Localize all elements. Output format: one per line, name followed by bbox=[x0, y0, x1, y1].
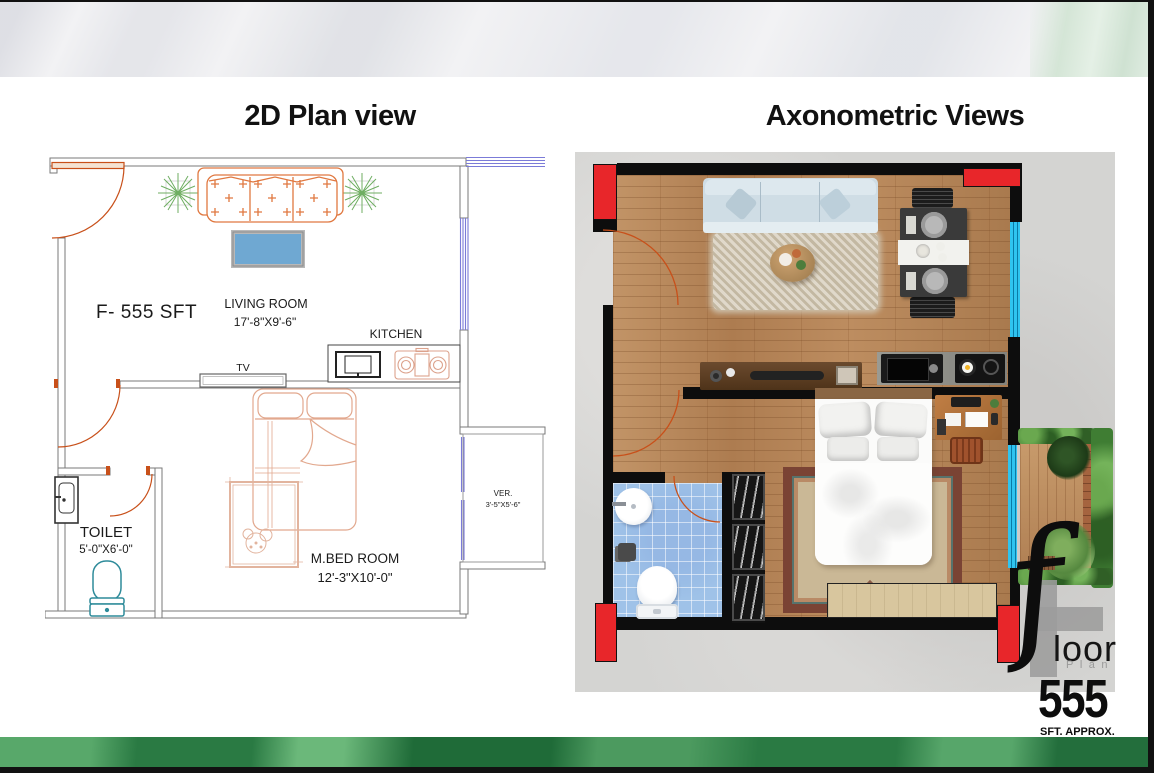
plan-area-label: F- 555 SFT bbox=[96, 302, 197, 323]
kitchen-symbols bbox=[328, 345, 460, 382]
toilet-symbol bbox=[90, 561, 124, 616]
2d-floor-plan: F- 555 SFT LIVING ROOM 17'-8"X9'-6" KITC… bbox=[45, 150, 555, 625]
bedroom-label: M.BED ROOM bbox=[311, 551, 400, 566]
right-title: Axonometric Views bbox=[705, 100, 1085, 133]
marble-header-band bbox=[0, 2, 1148, 77]
sofa-symbol bbox=[198, 168, 343, 222]
living-room-dims: 17'-8"X9'-6" bbox=[234, 315, 296, 329]
basin-symbol bbox=[55, 477, 78, 523]
toilet-label: TOILET bbox=[80, 524, 132, 541]
door-swings bbox=[52, 163, 152, 517]
tv-symbol bbox=[200, 374, 286, 387]
living-room-label: LIVING ROOM bbox=[224, 297, 307, 311]
kitchen-label: KITCHEN bbox=[370, 327, 423, 341]
tv-label: TV bbox=[236, 362, 249, 374]
marble-header-green-accent bbox=[1030, 2, 1148, 77]
logo-area-value: 555 bbox=[1038, 672, 1107, 726]
verandah-label: VER. bbox=[494, 489, 513, 498]
toilet-dims: 5'-0"X6'-0" bbox=[79, 544, 132, 556]
coffee-table-symbol bbox=[233, 232, 303, 266]
left-title: 2D Plan view bbox=[145, 100, 515, 133]
bottom-border bbox=[0, 767, 1154, 773]
bedroom-dims: 12'-3"X10'-0" bbox=[318, 570, 393, 585]
verandah-dims: 3'-5"X5'-6" bbox=[486, 500, 521, 509]
bed-symbol bbox=[253, 389, 356, 530]
green-footer-band bbox=[0, 737, 1148, 767]
verandah-outline bbox=[463, 434, 543, 562]
logo-area-unit: SFT. APPROX. bbox=[1040, 726, 1115, 738]
right-border bbox=[1148, 0, 1154, 773]
